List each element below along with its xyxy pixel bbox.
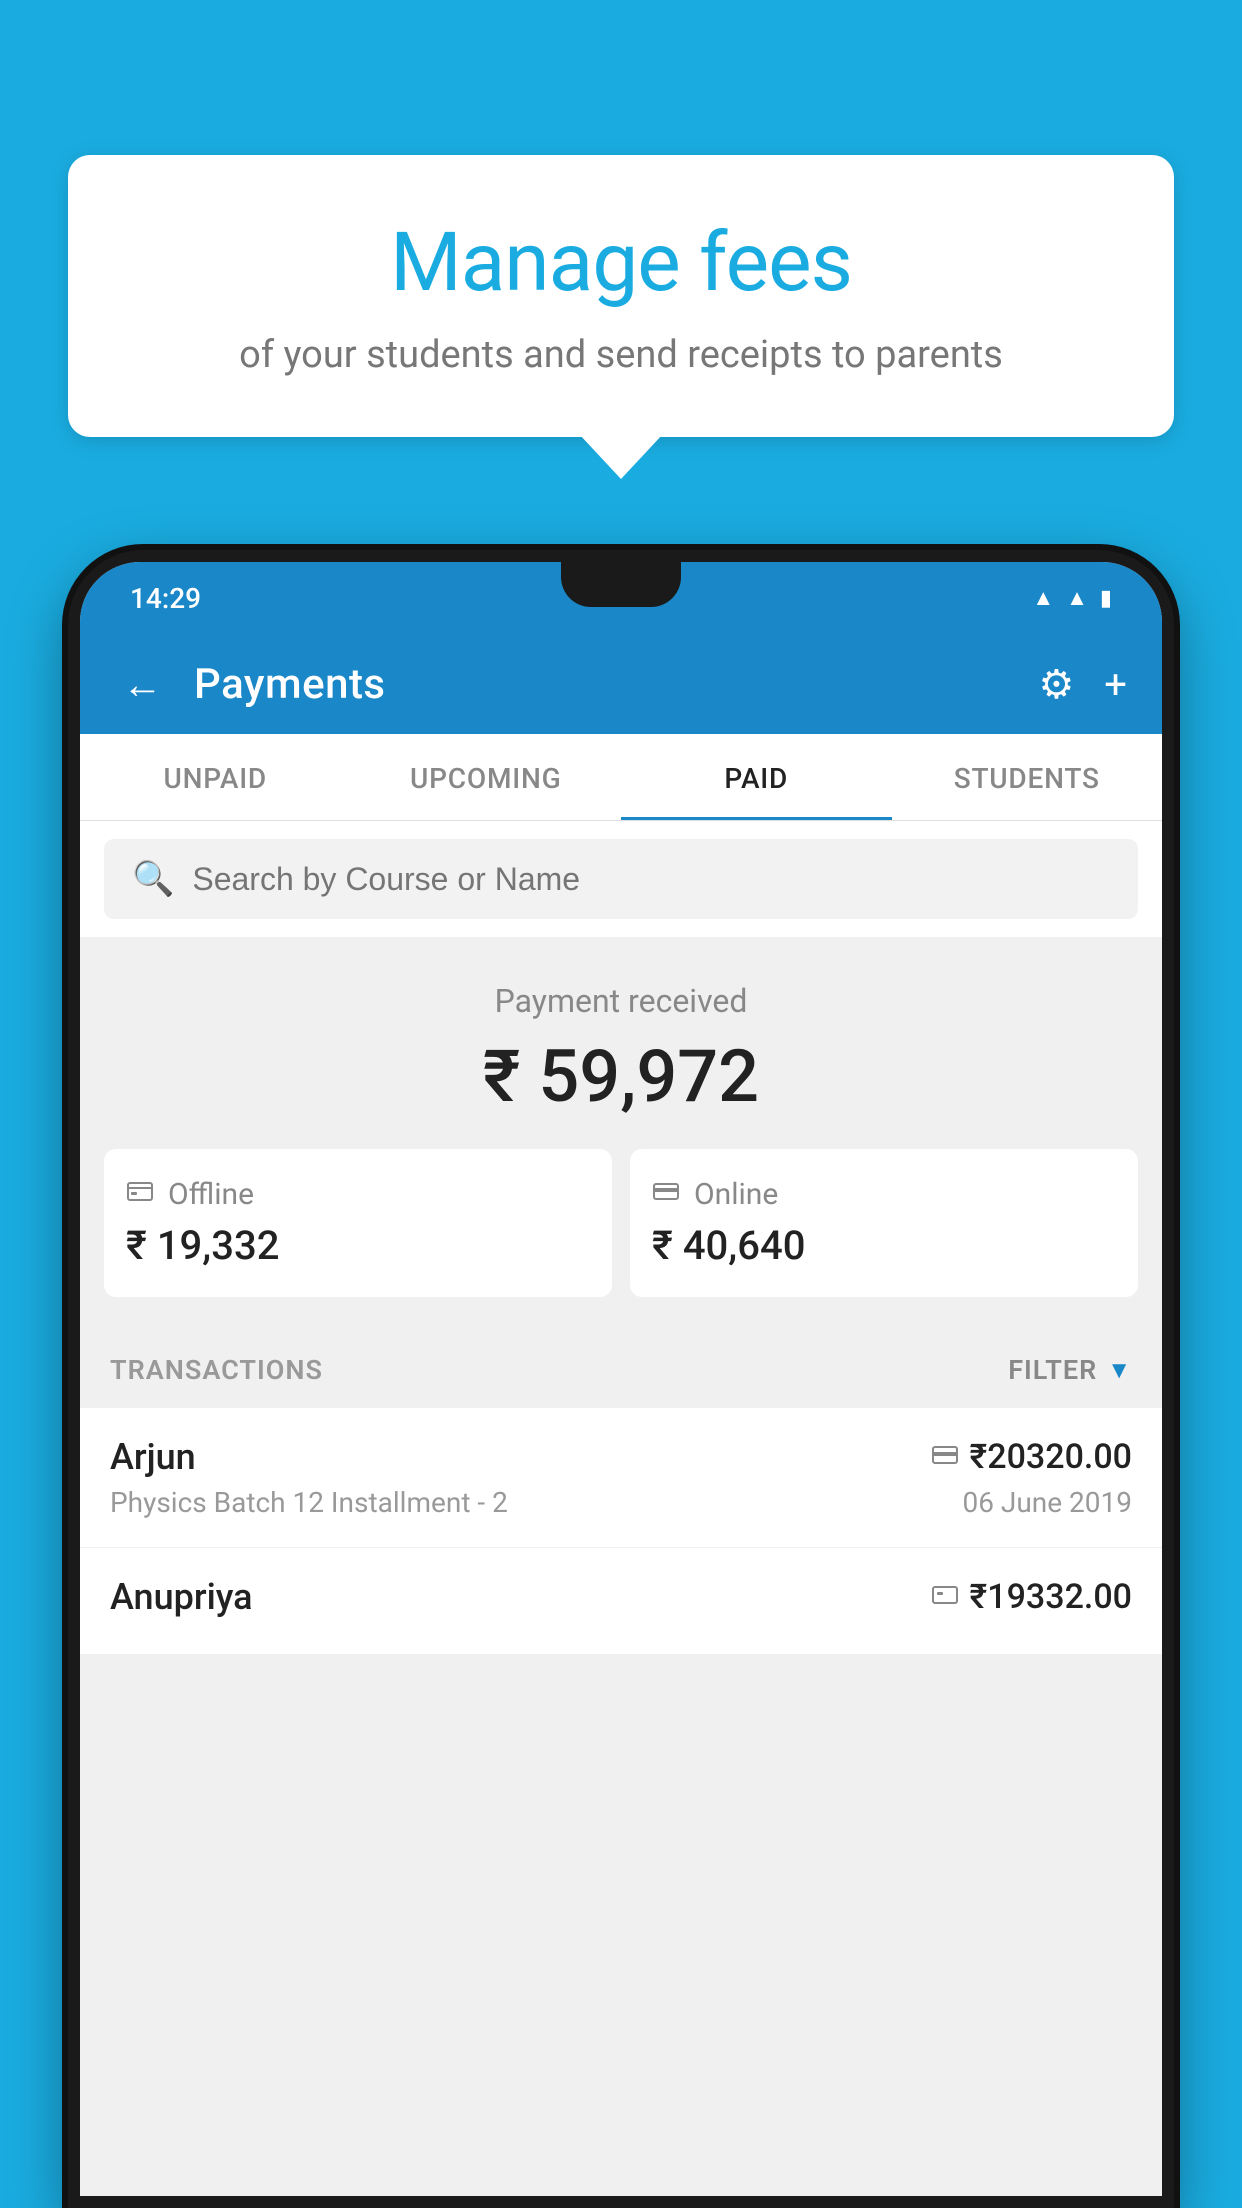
add-button[interactable]: + xyxy=(1104,661,1127,708)
offline-amount: ₹ 19,332 xyxy=(126,1222,590,1269)
cash-payment-icon xyxy=(932,1582,958,1612)
phone-frame: 14:29 ▲ ▲ ▮ ← Payments ⚙ + UNPAID xyxy=(68,550,1174,2208)
transaction-amount-wrap-anupriya: ₹19332.00 xyxy=(932,1577,1132,1617)
app-bar-actions: ⚙ + xyxy=(1038,661,1127,708)
transaction-bottom-arjun: Physics Batch 12 Installment - 2 06 June… xyxy=(110,1486,1132,1519)
offline-icon xyxy=(126,1177,154,1212)
online-label: Online xyxy=(694,1177,778,1212)
transaction-top-anupriya: Anupriya ₹19332.00 xyxy=(110,1576,1132,1618)
offline-label: Offline xyxy=(168,1177,254,1212)
speech-bubble-heading: Manage fees xyxy=(123,215,1119,311)
card-payment-icon xyxy=(932,1442,958,1472)
filter-icon: ▼ xyxy=(1107,1356,1132,1385)
settings-button[interactable]: ⚙ xyxy=(1038,661,1074,708)
filter-label: FILTER xyxy=(1008,1354,1097,1386)
back-button[interactable]: ← xyxy=(115,661,170,708)
battery-icon: ▮ xyxy=(1100,586,1112,611)
tab-students[interactable]: STUDENTS xyxy=(892,734,1163,820)
offline-payment-card: Offline ₹ 19,332 xyxy=(104,1149,612,1297)
app-title: Payments xyxy=(194,660,1014,709)
tab-unpaid[interactable]: UNPAID xyxy=(80,734,351,820)
background: Manage fees of your students and send re… xyxy=(0,0,1242,2208)
search-input[interactable] xyxy=(192,861,1110,898)
speech-bubble-subtext: of your students and send receipts to pa… xyxy=(123,329,1119,382)
transactions-header: TRANSACTIONS FILTER ▼ xyxy=(80,1332,1162,1408)
speech-bubble: Manage fees of your students and send re… xyxy=(68,155,1174,437)
transaction-name-arjun: Arjun xyxy=(110,1436,196,1478)
transaction-top-arjun: Arjun ₹20320.00 xyxy=(110,1436,1132,1478)
online-amount: ₹ 40,640 xyxy=(652,1222,1116,1269)
phone-notch xyxy=(561,562,681,607)
tabs-bar: UNPAID UPCOMING PAID STUDENTS xyxy=(80,734,1162,821)
offline-card-header: Offline xyxy=(126,1177,590,1212)
phone-screen: 14:29 ▲ ▲ ▮ ← Payments ⚙ + UNPAID xyxy=(80,562,1162,2196)
transaction-row[interactable]: Anupriya ₹19332.00 xyxy=(80,1548,1162,1655)
payment-received-label: Payment received xyxy=(104,982,1138,1020)
search-icon: 🔍 xyxy=(132,859,174,899)
search-bar-container: 🔍 xyxy=(80,821,1162,937)
transaction-row[interactable]: Arjun ₹20320.00 Physics Batch 12 Install… xyxy=(80,1408,1162,1548)
status-bar: 14:29 ▲ ▲ ▮ xyxy=(80,562,1162,634)
transaction-amount-wrap-arjun: ₹20320.00 xyxy=(932,1437,1132,1477)
signal-icon: ▲ xyxy=(1066,585,1088,611)
filter-button[interactable]: FILTER ▼ xyxy=(1008,1354,1132,1386)
payment-total-amount: ₹ 59,972 xyxy=(104,1034,1138,1119)
payment-summary: Payment received ₹ 59,972 xyxy=(80,937,1162,1332)
transaction-date-arjun: 06 June 2019 xyxy=(962,1486,1132,1519)
app-bar: ← Payments ⚙ + xyxy=(80,634,1162,734)
tab-upcoming[interactable]: UPCOMING xyxy=(351,734,622,820)
wifi-icon: ▲ xyxy=(1032,585,1054,611)
transaction-course-arjun: Physics Batch 12 Installment - 2 xyxy=(110,1486,508,1519)
transaction-amount-anupriya: ₹19332.00 xyxy=(970,1577,1132,1617)
online-icon xyxy=(652,1177,680,1212)
status-icons: ▲ ▲ ▮ xyxy=(1032,585,1112,611)
online-card-header: Online xyxy=(652,1177,1116,1212)
transaction-name-anupriya: Anupriya xyxy=(110,1576,253,1618)
transaction-amount-arjun: ₹20320.00 xyxy=(970,1437,1132,1477)
status-time: 14:29 xyxy=(130,582,201,615)
search-input-wrap[interactable]: 🔍 xyxy=(104,839,1138,919)
tab-paid[interactable]: PAID xyxy=(621,734,892,820)
payment-cards: Offline ₹ 19,332 xyxy=(104,1149,1138,1297)
transactions-label: TRANSACTIONS xyxy=(110,1354,323,1386)
online-payment-card: Online ₹ 40,640 xyxy=(630,1149,1138,1297)
